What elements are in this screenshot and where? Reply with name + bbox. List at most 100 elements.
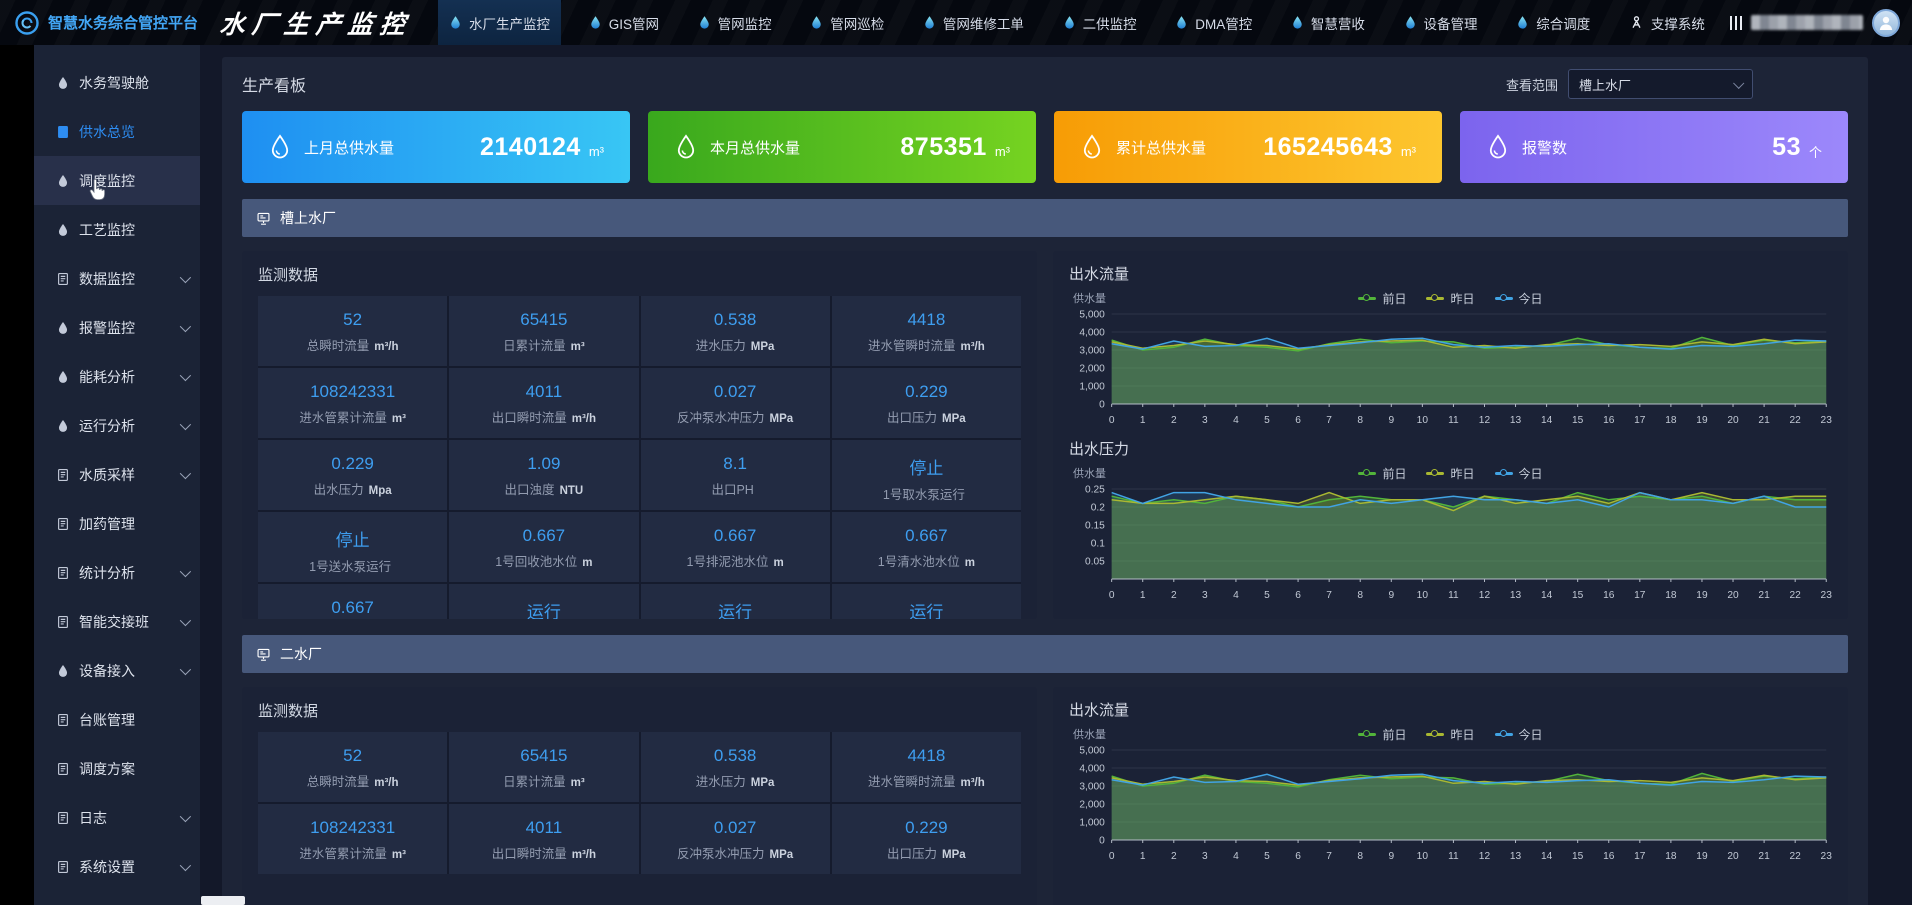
legend-item-今日[interactable]: 今日 xyxy=(1495,726,1543,743)
nav-item-9[interactable]: 综合调度 xyxy=(1505,0,1601,45)
monitor-cell-value: 4011 xyxy=(526,382,563,402)
nav-item-3[interactable]: 管网巡检 xyxy=(799,0,895,45)
scope-label: 查看范围 xyxy=(1506,75,1558,94)
legend-label: 今日 xyxy=(1519,726,1543,743)
nav-item-label: 管网监控 xyxy=(718,13,772,33)
legend-item-前日[interactable]: 前日 xyxy=(1358,465,1406,482)
legend-item-昨日[interactable]: 昨日 xyxy=(1426,726,1474,743)
stat-card-unit: m³ xyxy=(589,144,604,159)
legend-item-今日[interactable]: 今日 xyxy=(1495,290,1543,307)
nav-item-2[interactable]: 管网监控 xyxy=(687,0,783,45)
sidebar-item-4[interactable]: 数据监控 xyxy=(34,254,200,303)
water-drop-icon xyxy=(56,223,70,237)
water-drop-icon xyxy=(1516,15,1529,30)
sidebar-item-0[interactable]: 水务驾驶舱 xyxy=(34,58,200,107)
legend-label: 前日 xyxy=(1382,726,1406,743)
app-logo[interactable]: 智慧水务综合管控平台 xyxy=(14,10,198,36)
svg-text:0: 0 xyxy=(1109,851,1115,862)
sidebar-item-3[interactable]: 工艺监控 xyxy=(34,205,200,254)
monitor-cell-label: 1号送水泵运行 xyxy=(309,556,391,575)
nav-item-1[interactable]: GIS管网 xyxy=(578,0,670,45)
nav-item-label: 综合调度 xyxy=(1536,13,1590,33)
monitor-cell-unit: m³/h xyxy=(960,341,984,353)
monitor-cell-label: 日累计流量 xyxy=(503,771,566,790)
nav-item-0[interactable]: 水厂生产监控 xyxy=(438,0,561,45)
chart-title: 出水流量 xyxy=(1067,253,1834,288)
nav-item-10[interactable]: 支撑系统 xyxy=(1618,0,1716,45)
user-avatar[interactable] xyxy=(1872,9,1900,37)
sidebar-item-5[interactable]: 报警监控 xyxy=(34,303,200,352)
nav-item-4[interactable]: 管网维修工单 xyxy=(912,0,1035,45)
username-redacted[interactable] xyxy=(1751,15,1863,30)
monitor-cell-label: 反冲泵水冲压力 xyxy=(677,407,765,426)
monitor-cell-value: 52 xyxy=(343,746,362,766)
sidebar-item-12[interactable]: 设备接入 xyxy=(34,646,200,695)
scope-filter: 查看范围 槽上水厂 xyxy=(1506,69,1753,99)
svg-text:23: 23 xyxy=(1821,415,1833,426)
monitor-cell: 0.027 反冲泵水冲压力 MPa xyxy=(641,368,830,438)
nav-item-6[interactable]: DMA管控 xyxy=(1164,0,1263,45)
stat-card-label: 上月总供水量 xyxy=(304,137,394,158)
sidebar-item-label: 调度监控 xyxy=(79,171,135,191)
stat-card-1: 本月总供水量875351m³ xyxy=(648,111,1036,183)
legend-marker xyxy=(1495,733,1513,736)
chart-legend: 前日 昨日 今日 xyxy=(1067,290,1834,307)
monitor-data-panel: 监测数据 52 总瞬时流量 m³/h 65415 日累计流量 m³ 0.538 … xyxy=(242,251,1037,619)
sidebar-item-label: 报警监控 xyxy=(79,318,135,338)
chart-block: 出水流量 供水量 前日昨日今日 01,0002,0003,0004,0005,0… xyxy=(1053,251,1848,426)
nav-item-5[interactable]: 二供监控 xyxy=(1052,0,1148,45)
monitor-cell-caption: 出口压力 MPa xyxy=(887,843,966,862)
legend-item-今日[interactable]: 今日 xyxy=(1495,465,1543,482)
sidebar-item-9[interactable]: 加药管理 xyxy=(34,499,200,548)
svg-text:7: 7 xyxy=(1326,851,1332,862)
legend-item-昨日[interactable]: 昨日 xyxy=(1426,290,1474,307)
water-drop-icon xyxy=(1175,15,1188,30)
sidebar-item-16[interactable]: 系统设置 xyxy=(34,842,200,891)
monitor-cell-unit: m³/h xyxy=(572,849,596,861)
monitor-cell-caption: 总瞬时流量 m³/h xyxy=(307,771,399,790)
nav-item-7[interactable]: 智慧营收 xyxy=(1280,0,1376,45)
production-kanban-panel: 生产看板 查看范围 槽上水厂 上月总供水量2140124m³本月总供水量8753… xyxy=(222,57,1868,905)
sidebar-item-2[interactable]: 调度监控 xyxy=(34,156,200,205)
sidebar-item-11[interactable]: 智能交接班 xyxy=(34,597,200,646)
sidebar-item-7[interactable]: 运行分析 xyxy=(34,401,200,450)
monitor-cell-unit: m³ xyxy=(392,413,406,425)
chart-plot: 0.050.10.150.20.250123456789101112131415… xyxy=(1067,483,1834,601)
water-drop-icon xyxy=(674,133,698,161)
legend-item-前日[interactable]: 前日 xyxy=(1358,726,1406,743)
sidebar-item-15[interactable]: 日志 xyxy=(34,793,200,842)
sidebar-item-13[interactable]: 台账管理 xyxy=(34,695,200,744)
monitor-cell: 8.1 出口PH xyxy=(641,440,830,510)
nav-item-label: 设备管理 xyxy=(1424,13,1478,33)
chart-plot: 01,0002,0003,0004,0005,00001234567891011… xyxy=(1067,744,1834,862)
monitor-cell-caption: 1号取水泵运行 xyxy=(883,484,970,503)
monitor-cell-label: 总瞬时流量 xyxy=(307,771,370,790)
legend-item-前日[interactable]: 前日 xyxy=(1358,290,1406,307)
legend-item-昨日[interactable]: 昨日 xyxy=(1426,465,1474,482)
person-icon xyxy=(1877,14,1895,32)
monitor-data-panel: 监测数据 52 总瞬时流量 m³/h 65415 日累计流量 m³ 0.538 … xyxy=(242,687,1037,905)
top-nav: 水厂生产监控 GIS管网 管网监控 管网巡检管网维修工单二供监控 DMA管控 智慧营收 设备… xyxy=(438,0,1716,45)
svg-text:18: 18 xyxy=(1665,851,1677,862)
svg-text:3,000: 3,000 xyxy=(1079,345,1105,356)
svg-text:19: 19 xyxy=(1696,851,1708,862)
svg-text:5: 5 xyxy=(1264,415,1270,426)
nav-item-8[interactable]: 设备管理 xyxy=(1393,0,1489,45)
chevron-down-icon xyxy=(180,467,191,478)
menu-bars-icon[interactable] xyxy=(1730,16,1742,30)
sidebar-item-14[interactable]: 调度方案 xyxy=(34,744,200,793)
left-gutter xyxy=(0,45,34,905)
monitor-cell-unit: MPa xyxy=(942,413,966,425)
horizontal-scrollbar-thumb[interactable] xyxy=(201,896,245,905)
legend-marker xyxy=(1426,733,1444,736)
sidebar-item-8[interactable]: 水质采样 xyxy=(34,450,200,499)
charts-panel: 出水流量 供水量 前日昨日今日 01,0002,0003,0004,0005,0… xyxy=(1053,251,1848,619)
svg-text:17: 17 xyxy=(1634,415,1646,426)
nav-item-label: DMA管控 xyxy=(1195,13,1252,33)
sidebar-item-10[interactable]: 统计分析 xyxy=(34,548,200,597)
sidebar-item-6[interactable]: 能耗分析 xyxy=(34,352,200,401)
sidebar-item-1[interactable]: 供水总览 xyxy=(34,107,200,156)
monitor-cell: 4418 进水管瞬时流量 m³/h xyxy=(832,296,1021,366)
scope-select[interactable]: 槽上水厂 xyxy=(1568,69,1753,99)
monitor-cell-caption: 进水管累计流量 m³ xyxy=(299,407,406,426)
